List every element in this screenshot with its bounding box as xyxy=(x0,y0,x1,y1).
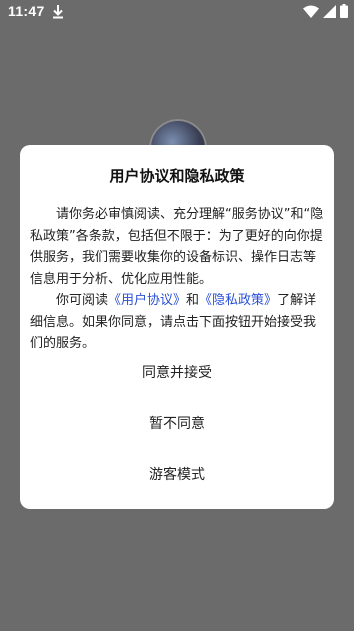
disagree-button[interactable]: 暂不同意 xyxy=(20,406,334,442)
user-agreement-link[interactable]: 《用户协议》 xyxy=(108,293,186,308)
dialog-paragraph-2: 你可阅读《用户协议》和《隐私政策》了解详细信息。如果你同意，请点击下面按钮开始接… xyxy=(30,290,326,355)
dialog-title: 用户协议和隐私政策 xyxy=(109,167,245,185)
status-bar: 11:47 xyxy=(0,0,354,24)
battery-icon xyxy=(340,4,348,18)
privacy-dialog: 用户协议和隐私政策 请你务必审慎阅读、充分理解“服务协议”和“隐私政策”各条款，… xyxy=(20,145,334,509)
status-icons xyxy=(303,4,348,18)
agree-button[interactable]: 同意并接受 xyxy=(20,355,334,391)
signal-icon xyxy=(323,4,336,18)
privacy-policy-link[interactable]: 《隐私政策》 xyxy=(199,293,277,308)
paragraph-2-and: 和 xyxy=(186,293,200,308)
wifi-icon xyxy=(303,5,319,18)
dialog-paragraph-1: 请你务必审慎阅读、充分理解“服务协议”和“隐私政策”各条款，包括但不限于：为了更… xyxy=(30,207,324,287)
guest-mode-button[interactable]: 游客模式 xyxy=(20,457,334,493)
paragraph-2-lead: 你可阅读 xyxy=(56,293,109,308)
dialog-body: 请你务必审慎阅读、充分理解“服务协议”和“隐私政策”各条款，包括但不限于：为了更… xyxy=(30,204,326,355)
download-icon xyxy=(52,4,64,19)
status-time: 11:47 xyxy=(8,3,45,19)
